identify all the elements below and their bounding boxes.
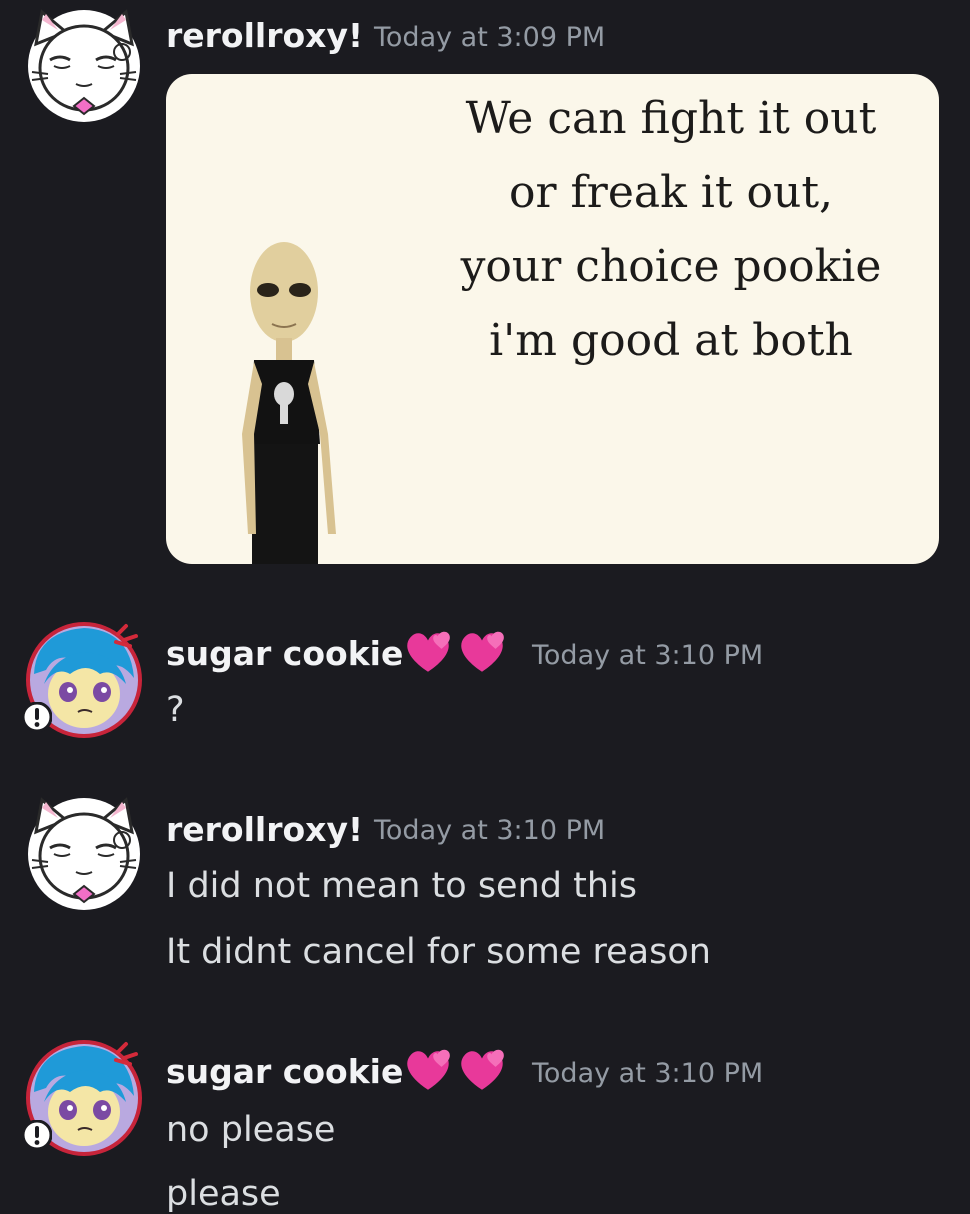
cat-eared-character-avatar-icon: [26, 8, 142, 124]
warning-badge-icon: [22, 702, 52, 732]
meme-caption-line: i'm good at both: [489, 315, 853, 366]
meme-image-attachment[interactable]: We can fight it out or freak it out, you…: [166, 74, 939, 564]
meme-caption-line: or freak it out,: [509, 167, 833, 218]
message-text: ?: [166, 690, 185, 730]
two-hearts-icon: [402, 1046, 454, 1094]
timestamp[interactable]: Today at 3:10 PM: [374, 815, 605, 846]
message-text: please: [166, 1174, 281, 1214]
message-text: It didnt cancel for some reason: [166, 932, 711, 972]
timestamp[interactable]: Today at 3:10 PM: [532, 640, 763, 671]
username[interactable]: sugar cookie: [166, 1052, 403, 1091]
username[interactable]: rerollroxy!: [166, 810, 363, 849]
username[interactable]: sugar cookie: [166, 634, 403, 673]
username[interactable]: rerollroxy!: [166, 16, 363, 55]
message-text: no please: [166, 1110, 336, 1150]
meme-caption: We can fight it out or freak it out, you…: [416, 82, 926, 378]
timestamp[interactable]: Today at 3:09 PM: [374, 22, 605, 53]
two-hearts-icon: [402, 628, 454, 676]
message-text: I did not mean to send this: [166, 866, 637, 906]
two-hearts-icon: [456, 628, 508, 676]
user-avatar[interactable]: [26, 1040, 142, 1156]
meme-caption-line: your choice pookie: [460, 241, 882, 292]
cat-eared-character-avatar-icon: [26, 796, 142, 912]
two-hearts-icon: [456, 1046, 508, 1094]
warning-badge-icon: [22, 1120, 52, 1150]
alien-figure-icon: [242, 242, 336, 564]
user-avatar[interactable]: [26, 622, 142, 738]
heart-emoji-badges: [402, 628, 512, 676]
user-avatar[interactable]: [26, 8, 142, 124]
user-avatar[interactable]: [26, 796, 142, 912]
heart-emoji-badges: [402, 1046, 512, 1094]
meme-caption-line: We can fight it out: [465, 93, 877, 144]
timestamp[interactable]: Today at 3:10 PM: [532, 1058, 763, 1089]
